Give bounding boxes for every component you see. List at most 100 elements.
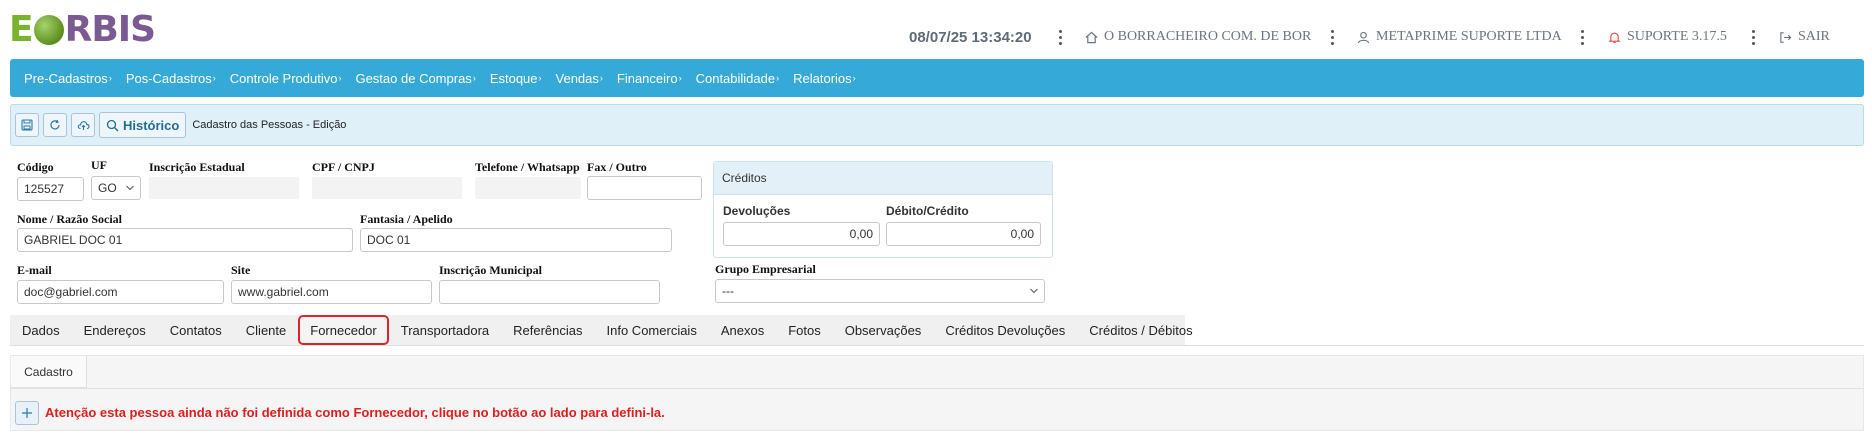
user-menu-icon[interactable] [1578, 26, 1586, 48]
menu-label: Pre-Cadastros [24, 70, 108, 86]
datetime-menu-icon[interactable] [1056, 26, 1064, 48]
app-header: E RBIS 08/07/25 13:34:20 O BORRACHEIRO C… [0, 0, 1872, 56]
debito-credito-field[interactable]: 0,00 [886, 222, 1041, 246]
fantasia-label: Fantasia / Apelido [360, 212, 453, 226]
support-menu-icon[interactable] [1749, 26, 1757, 48]
uf-select[interactable]: GO [91, 176, 141, 200]
grupo-empresarial-select[interactable]: --- [715, 279, 1045, 303]
menu-pos-cadastros[interactable]: Pos-Cadastros › [126, 71, 216, 86]
email-field[interactable]: doc@gabriel.com [17, 280, 224, 304]
plus-icon [22, 408, 32, 418]
chevron-right-icon: › [538, 73, 542, 83]
user-name: METAPRIME SUPORTE LTDA [1376, 29, 1562, 44]
tab-transportadora[interactable]: Transportadora [389, 315, 501, 345]
page-title: Cadastro das Pessoas - Edição [192, 119, 347, 131]
menu-relatorios[interactable]: Relatorios › [793, 71, 856, 86]
menu-pre-cadastros[interactable]: Pre-Cadastros › [24, 71, 112, 86]
grupo-empresarial-value: --- [722, 284, 734, 298]
tab-enderecos[interactable]: Endereços [72, 315, 158, 345]
tab-creditos-debitos[interactable]: Créditos / Débitos [1077, 315, 1204, 345]
eorbis-logo[interactable]: E RBIS [9, 8, 156, 50]
support-version: SUPORTE 3.17.5 [1627, 29, 1727, 44]
menu-controle-produtivo[interactable]: Controle Produtivo › [230, 71, 342, 86]
tab-referencias[interactable]: Referências [501, 315, 594, 345]
search-icon [106, 119, 119, 131]
tab-observacoes[interactable]: Observações [833, 315, 934, 345]
logout-button[interactable]: SAIR [1779, 26, 1830, 48]
menu-label: Financeiro [616, 70, 678, 86]
fantasia-field[interactable]: DOC 01 [360, 228, 672, 252]
logo-globe-icon [33, 15, 64, 45]
site-field[interactable]: www.gabriel.com [231, 280, 432, 304]
inscricao-municipal-label: Inscrição Municipal [439, 263, 543, 277]
menu-vendas[interactable]: Vendas › [556, 71, 603, 86]
menu-gestao-compras[interactable]: Gestao de Compras › [355, 71, 475, 86]
chevron-right-icon: › [852, 73, 856, 83]
logout-icon [1779, 31, 1792, 44]
tab-creditos-devolucoes[interactable]: Créditos Devoluções [933, 315, 1077, 345]
email-label: E-mail [17, 263, 52, 277]
menu-estoque[interactable]: Estoque › [490, 71, 542, 86]
tab-divider [10, 345, 1864, 346]
tab-info-comerciais[interactable]: Info Comerciais [595, 315, 709, 345]
fornecedor-warning-message: Atenção esta pessoa ainda não foi defini… [45, 405, 665, 420]
logo-text: RBIS [64, 8, 156, 50]
codigo-label: Código [17, 160, 54, 174]
devolucoes-field[interactable]: 0,00 [723, 222, 880, 246]
company-selector[interactable]: O BORRACHEIRO COM. DE BOR [1085, 26, 1311, 48]
site-label: Site [231, 263, 251, 277]
user-selector[interactable]: METAPRIME SUPORTE LTDA [1357, 26, 1562, 48]
fornecedor-panel: Cadastro Atenção esta pessoa ainda não f… [10, 355, 1864, 431]
inscricao-municipal-field[interactable] [439, 280, 660, 304]
uf-label: UF [91, 158, 107, 172]
nome-field[interactable]: GABRIEL DOC 01 [17, 228, 353, 252]
menu-financeiro[interactable]: Financeiro › [617, 71, 682, 86]
menu-label: Relatorios [793, 70, 852, 86]
inscricao-estadual-field-redacted[interactable] [149, 177, 299, 199]
main-menu-bar: Pre-Cadastros › Pos-Cadastros › Controle P… [10, 59, 1864, 97]
chevron-right-icon: › [338, 73, 342, 83]
save-icon [21, 119, 33, 131]
chevron-right-icon: › [108, 73, 112, 83]
menu-label: Controle Produtivo [229, 70, 338, 86]
record-toolbar: Histórico Cadastro das Pessoas - Edição [10, 104, 1864, 146]
fax-field[interactable] [587, 176, 702, 200]
tab-anexos[interactable]: Anexos [709, 315, 776, 345]
person-tabs: Dados Endereços Contatos Cliente Fornece… [10, 315, 1193, 345]
tab-dados[interactable]: Dados [10, 315, 72, 345]
cloud-upload-icon [77, 121, 90, 130]
tab-cliente[interactable]: Cliente [234, 315, 298, 345]
upload-button[interactable] [71, 113, 95, 137]
credits-title: Créditos [714, 162, 1052, 195]
tab-contatos[interactable]: Contatos [158, 315, 234, 345]
grupo-empresarial-label: Grupo Empresarial [715, 262, 816, 276]
refresh-button[interactable] [43, 113, 67, 137]
menu-label: Pos-Cadastros [125, 70, 212, 86]
home-icon [1085, 31, 1098, 44]
chevron-right-icon: › [212, 73, 216, 83]
cpf-cnpj-label: CPF / CNPJ [312, 160, 375, 174]
bell-icon [1608, 31, 1621, 44]
tab-fotos[interactable]: Fotos [776, 315, 833, 345]
chevron-right-icon: › [599, 73, 603, 83]
support-link[interactable]: SUPORTE 3.17.5 [1608, 26, 1727, 48]
subtab-divider [11, 388, 1863, 389]
save-button[interactable] [15, 113, 39, 137]
telefone-label: Telefone / Whatsapp [475, 160, 580, 174]
company-menu-icon[interactable] [1328, 26, 1336, 48]
tab-fornecedor[interactable]: Fornecedor [298, 315, 389, 345]
codigo-field[interactable]: 125527 [17, 177, 84, 201]
menu-contabilidade[interactable]: Contabilidade › [696, 71, 780, 86]
history-button[interactable]: Histórico [99, 112, 187, 138]
telefone-field-redacted[interactable] [475, 177, 581, 199]
inscricao-estadual-label: Inscrição Estadual [149, 160, 245, 174]
history-label: Histórico [123, 117, 180, 133]
chevron-down-icon [126, 185, 134, 191]
datetime-display: 08/07/25 13:34:20 [909, 28, 1032, 46]
devolucoes-label: Devoluções [723, 204, 791, 218]
subtab-cadastro[interactable]: Cadastro [11, 356, 87, 388]
define-fornecedor-button[interactable] [15, 401, 39, 425]
chevron-down-icon [1030, 288, 1038, 294]
chevron-right-icon: › [776, 73, 780, 83]
cpf-cnpj-field-redacted[interactable] [312, 177, 462, 199]
